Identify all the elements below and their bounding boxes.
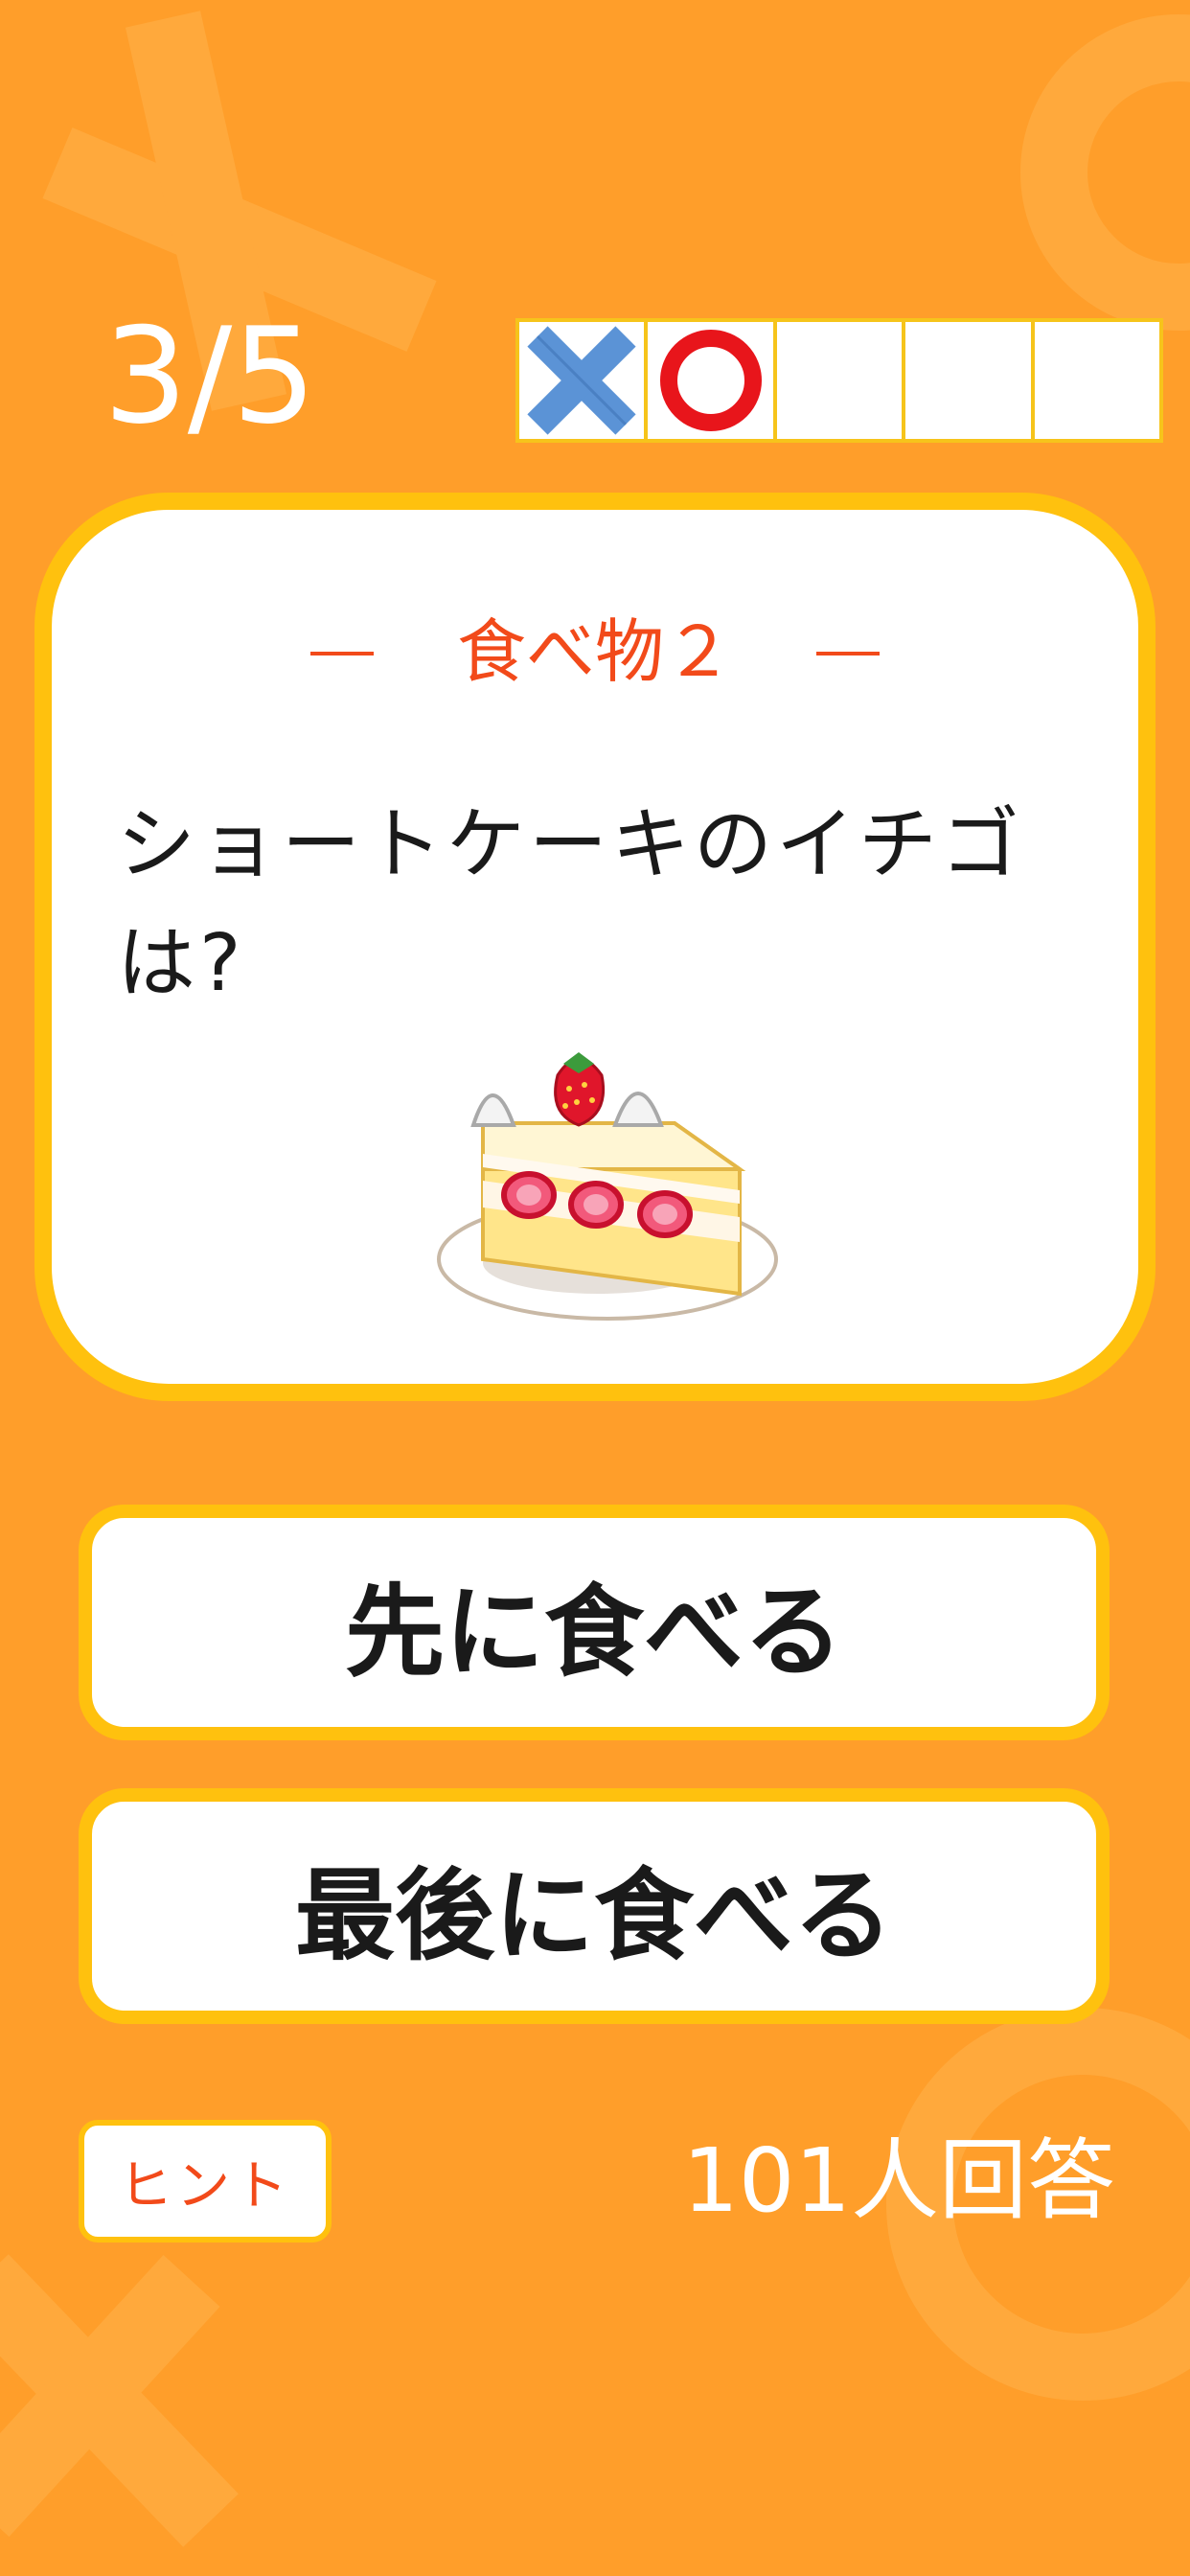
result-slot-1	[519, 322, 645, 439]
answer-count: 101人回答	[682, 2129, 1115, 2232]
answer-label-1: 先に食べる	[344, 1573, 843, 1690]
cross-mark-icon	[527, 326, 636, 435]
result-history	[515, 318, 1163, 443]
shortcake-illustration	[437, 1052, 778, 1321]
question-line-2: は?	[117, 918, 245, 1009]
result-slot-5	[1034, 322, 1160, 439]
result-slot-4	[905, 322, 1031, 439]
answer-button-2[interactable]: 最後に食べる	[79, 1788, 1110, 2024]
hint-label: ヒント	[119, 2154, 291, 2218]
question-progress: 3/5	[103, 299, 317, 453]
category-dash-right	[816, 652, 880, 656]
result-slot-3	[776, 322, 903, 439]
question-text: ショートケーキのイチゴ は?	[117, 786, 1113, 1024]
answer-button-1[interactable]: 先に食べる	[79, 1505, 1110, 1740]
question-line-1: ショートケーキのイチゴ	[117, 799, 1024, 890]
hint-button[interactable]: ヒント	[79, 2120, 332, 2242]
circle-mark-icon	[659, 330, 762, 431]
result-slot-2	[648, 322, 773, 439]
question-category: 食べ物２	[456, 611, 733, 692]
question-card: 食べ物２ ショートケーキのイチゴ は?	[34, 493, 1156, 1401]
answer-label-2: 最後に食べる	[294, 1856, 893, 1974]
